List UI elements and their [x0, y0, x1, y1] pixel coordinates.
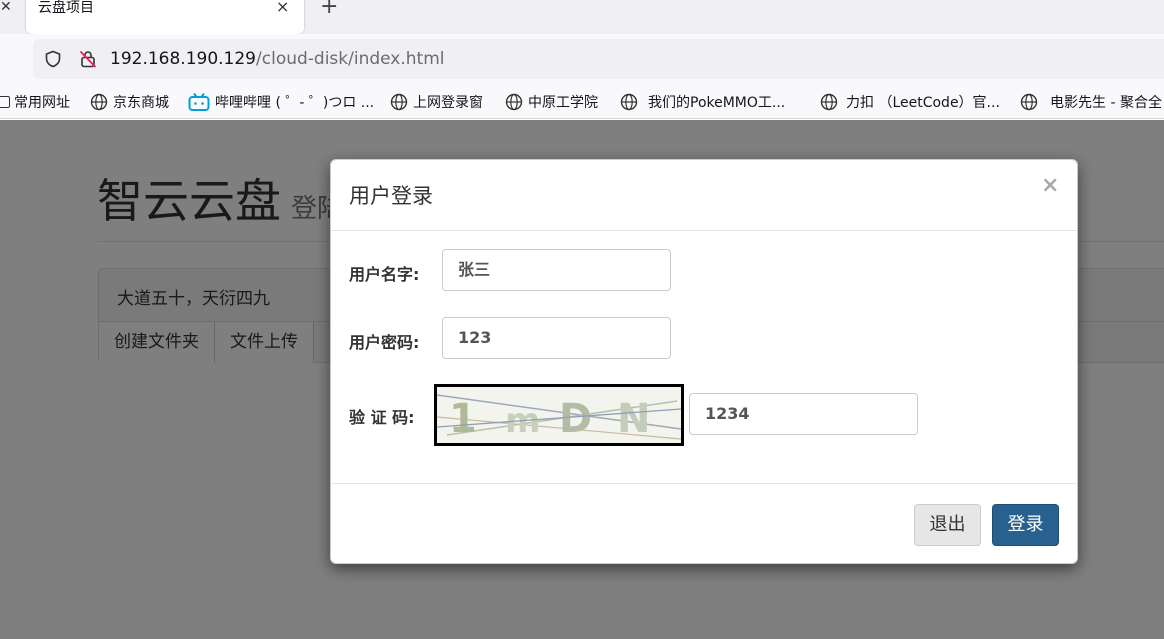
- close-icon[interactable]: ×: [1041, 175, 1059, 197]
- username-label: 用户名字:: [349, 265, 420, 284]
- bookmark-label: 哔哩哔哩 ( ゜- ゜)つロ ...: [215, 95, 375, 111]
- bookmark-item[interactable]: 力扣 （LeetCode）官...: [820, 92, 1000, 112]
- tab-title: 云盘项目: [38, 0, 94, 16]
- username-field[interactable]: 张三: [442, 249, 671, 291]
- captcha-image[interactable]: 1 m D N: [434, 384, 684, 446]
- globe-icon: [820, 93, 838, 111]
- globe-icon: [390, 93, 408, 111]
- url-host: 192.168.190.129: [110, 49, 257, 69]
- login-modal: 用户登录 × 用户名字: 张三 用户密码: 123 验 证 码: 1 m D N…: [330, 159, 1078, 564]
- modal-footer: 退出 登录: [331, 483, 1077, 565]
- tab-bar: ✕ 云盘项目 × +: [0, 0, 1164, 34]
- bookmark-item[interactable]: 电影先生 - 聚合全: [1020, 92, 1162, 112]
- globe-icon: [505, 93, 523, 111]
- globe-icon: [1020, 93, 1038, 111]
- password-label: 用户密码:: [349, 333, 420, 352]
- tab-close-icon[interactable]: ×: [276, 0, 289, 15]
- url-path: /cloud-disk/index.html: [256, 49, 445, 69]
- captcha-char: N: [617, 396, 650, 442]
- url-text[interactable]: 192.168.190.129/cloud-disk/index.html: [110, 49, 445, 69]
- bookmark-label: 上网登录窗: [413, 95, 483, 111]
- shield-icon[interactable]: [44, 50, 62, 68]
- captcha-label: 验 证 码:: [349, 408, 415, 427]
- bookmark-item[interactable]: 常用网址: [0, 92, 70, 112]
- close-icon[interactable]: ✕: [0, 0, 12, 16]
- bookmark-item[interactable]: 中原工学院: [505, 92, 598, 112]
- nav-bar: 192.168.190.129/cloud-disk/index.html: [0, 34, 1164, 84]
- insecure-lock-icon[interactable]: [78, 49, 98, 69]
- bookmark-label: 中原工学院: [528, 95, 598, 111]
- bookmark-item[interactable]: 我们的PokeMMO工...: [620, 92, 785, 112]
- captcha-char: 1: [449, 396, 477, 442]
- bookmark-label: 我们的PokeMMO工...: [648, 95, 786, 111]
- globe-icon: [90, 93, 108, 111]
- new-tab-button[interactable]: +: [320, 0, 338, 18]
- bookmark-item[interactable]: 上网登录窗: [390, 92, 483, 112]
- captcha-char: D: [559, 396, 592, 442]
- bookmarks-toolbar: 常用网址 京东商城 哔哩哔哩 ( ゜- ゜)つロ ... 上网登录窗 中原工学院…: [0, 84, 1164, 119]
- bookmark-item[interactable]: 哔哩哔哩 ( ゜- ゜)つロ ...: [188, 92, 374, 112]
- exit-button[interactable]: 退出: [914, 504, 981, 546]
- password-field[interactable]: 123: [442, 317, 671, 359]
- captcha-input[interactable]: 1234: [689, 393, 918, 435]
- bookmark-label: 常用网址: [14, 95, 70, 111]
- bookmark-label: 力扣 （LeetCode）官...: [846, 95, 1000, 111]
- modal-title: 用户登录: [349, 184, 433, 208]
- modal-header: 用户登录 ×: [331, 160, 1077, 231]
- address-bar[interactable]: 192.168.190.129/cloud-disk/index.html: [33, 39, 1164, 79]
- login-button[interactable]: 登录: [992, 504, 1059, 546]
- bookmark-label: 电影先生 - 聚合全: [1050, 95, 1162, 111]
- folder-icon: [0, 96, 10, 108]
- active-tab[interactable]: 云盘项目 ×: [26, 0, 304, 34]
- bookmark-label: 京东商城: [113, 95, 169, 111]
- bookmark-item[interactable]: 京东商城: [90, 92, 169, 112]
- captcha-graphic: 1 m D N: [437, 387, 681, 443]
- globe-icon: [620, 93, 638, 111]
- bilibili-icon: [188, 93, 210, 111]
